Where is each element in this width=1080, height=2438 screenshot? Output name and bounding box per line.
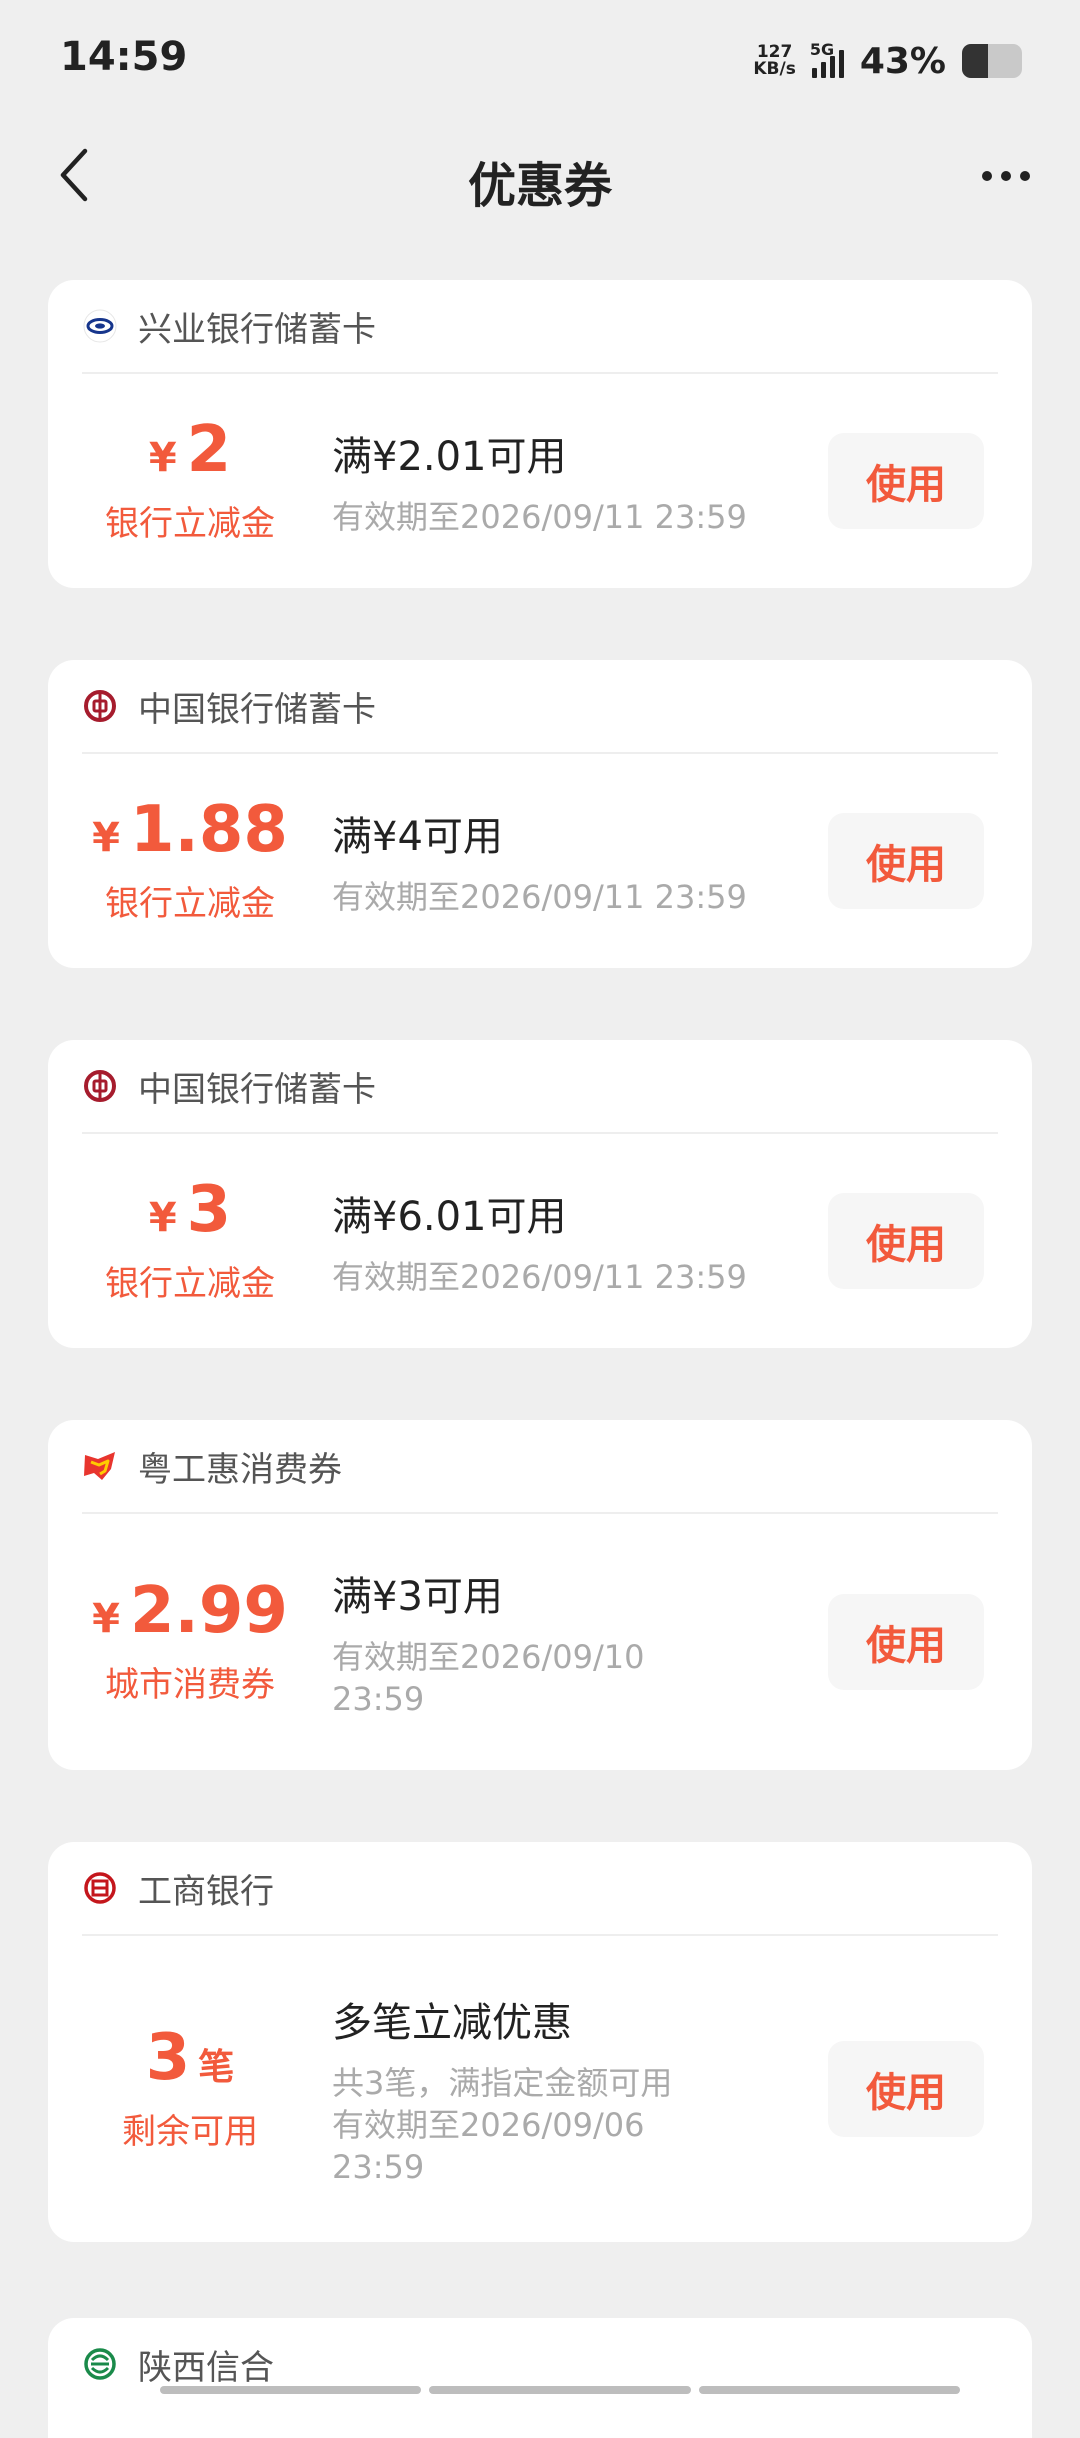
status-bar: 14:59 127 KB/s 5G 43% [0, 0, 1080, 120]
coupon-condition: 满¥4可用 [332, 814, 503, 860]
card-header: 兴业银行储蓄卡 [82, 280, 998, 374]
coupon-info: 满¥3可用 有效期至2026/09/10 23:59 [332, 1564, 722, 1720]
signal-bar [820, 62, 826, 78]
card-header: 工商银行 [82, 1842, 998, 1936]
coupon-type-label: 银行立减金 [105, 503, 275, 544]
use-button[interactable]: 使用 [828, 433, 984, 529]
bank-name: 陕西信合 [138, 2347, 274, 2388]
bank-name: 中国银行储蓄卡 [138, 689, 376, 730]
coupon-card-partial: 陕西信合 [48, 2318, 1032, 2438]
network-speed-unit: KB/s [753, 59, 796, 79]
card-body: ¥ 1.88 银行立减金 满¥4可用 有效期至2026/09/11 23:59 … [48, 754, 1032, 968]
yuegonghui-logo-icon [82, 1448, 118, 1484]
amount-value: 3 [186, 1172, 232, 1247]
card-header: 陕西信合 [82, 2318, 998, 2410]
boc-logo-icon [82, 688, 118, 724]
battery-icon [962, 44, 1022, 78]
coupon-info: 满¥4可用 有效期至2026/09/11 23:59 [332, 804, 792, 918]
network-speed: 127 KB/s [753, 44, 795, 78]
currency-symbol: ¥ [92, 814, 120, 861]
network-type: 5G [809, 40, 835, 59]
signal-bar [829, 56, 835, 78]
currency-symbol: ¥ [148, 434, 177, 481]
coupon-card: 中国银行储蓄卡 ¥ 3 银行立减金 满¥6.01可用 有效期至2026/09/1… [48, 1040, 1032, 1348]
card-body: ¥ 2 银行立减金 满¥2.01可用 有效期至2026/09/11 23:59 … [48, 374, 1032, 588]
more-horizontal-icon [1001, 171, 1011, 181]
coupon-amount: 3 笔 剩余可用 [48, 2026, 332, 2153]
amount-value: 3 [145, 2020, 191, 2095]
signal-bar [811, 68, 817, 78]
coupon-type-label: 银行立减金 [105, 1263, 275, 1304]
battery-percent: 43% [859, 40, 946, 82]
amount-value: 2 [186, 412, 232, 487]
card-header: 中国银行储蓄卡 [82, 660, 998, 754]
more-horizontal-icon [982, 171, 992, 181]
coupon-amount: ¥ 2 银行立减金 [48, 418, 332, 545]
use-button[interactable]: 使用 [828, 1193, 984, 1289]
shaanxi-xinhe-logo-icon [82, 2346, 118, 2382]
coupon-detail: 共3笔，满指定金额可用 [332, 2064, 673, 2102]
coupon-card: 中国银行储蓄卡 ¥ 1.88 银行立减金 满¥4可用 有效期至2026/09/1… [48, 660, 1032, 968]
coupon-type-label: 城市消费券 [105, 1664, 275, 1705]
card-header: 中国银行储蓄卡 [82, 1040, 998, 1134]
coupon-validity: 有效期至2026/09/11 23:59 [332, 498, 747, 536]
amount-value: 2.99 [129, 1573, 288, 1648]
coupon-validity: 有效期至2026/09/06 23:59 [332, 2106, 645, 2186]
coupon-validity: 有效期至2026/09/11 23:59 [332, 1258, 747, 1296]
cib-logo-icon [82, 308, 118, 344]
gesture-bar[interactable] [160, 2386, 960, 2394]
amount-unit: 笔 [198, 2046, 235, 2088]
bank-name: 粤工惠消费券 [138, 1449, 342, 1490]
coupon-type-label: 银行立减金 [105, 883, 275, 924]
gesture-bar-segment [160, 2386, 422, 2394]
signal-icon: 5G [810, 40, 844, 78]
gesture-bar-segment [698, 2386, 960, 2394]
use-button[interactable]: 使用 [828, 2041, 984, 2137]
coupon-info: 满¥2.01可用 有效期至2026/09/11 23:59 [332, 424, 792, 538]
coupon-condition: 满¥3可用 [332, 1574, 503, 1620]
nav-bar: 优惠券 [0, 120, 1080, 240]
card-body: 3 笔 剩余可用 多笔立减优惠 共3笔，满指定金额可用 有效期至2026/09/… [48, 1936, 1032, 2242]
coupon-amount: ¥ 2.99 城市消费券 [48, 1579, 332, 1706]
more-horizontal-icon [1020, 171, 1030, 181]
coupon-amount: ¥ 1.88 银行立减金 [48, 798, 332, 925]
battery-level [962, 44, 988, 78]
card-header: 粤工惠消费券 [82, 1420, 998, 1514]
coupon-condition: 多笔立减优惠 [332, 2000, 572, 2046]
coupon-card: 粤工惠消费券 ¥ 2.99 城市消费券 满¥3可用 有效期至2026/09/10… [48, 1420, 1032, 1770]
coupon-info: 多笔立减优惠 共3笔，满指定金额可用 有效期至2026/09/06 23:59 [332, 1990, 722, 2188]
bank-name: 中国银行储蓄卡 [138, 1069, 376, 1110]
signal-bar [838, 50, 844, 78]
coupon-condition: 满¥2.01可用 [332, 434, 567, 480]
status-time: 14:59 [60, 34, 188, 80]
coupon-list: 兴业银行储蓄卡 ¥ 2 银行立减金 满¥2.01可用 有效期至2026/09/1… [48, 280, 1032, 2314]
coupon-card: 工商银行 3 笔 剩余可用 多笔立减优惠 共3笔，满指定金额可用 有效期至202… [48, 1842, 1032, 2242]
amount-value: 1.88 [129, 792, 288, 867]
page-title: 优惠券 [467, 158, 612, 214]
bank-name: 兴业银行储蓄卡 [138, 309, 376, 350]
card-body: ¥ 2.99 城市消费券 满¥3可用 有效期至2026/09/10 23:59 … [48, 1514, 1032, 1770]
boc-logo-icon [82, 1068, 118, 1104]
status-indicators: 127 KB/s 5G 43% [753, 38, 1022, 84]
coupon-info: 满¥6.01可用 有效期至2026/09/11 23:59 [332, 1184, 792, 1298]
coupon-validity: 有效期至2026/09/11 23:59 [332, 878, 747, 916]
use-button[interactable]: 使用 [828, 813, 984, 909]
gesture-bar-segment [429, 2386, 691, 2394]
more-button[interactable] [966, 146, 1046, 206]
coupon-type-label: 剩余可用 [122, 2111, 258, 2152]
coupon-condition: 满¥6.01可用 [332, 1194, 567, 1240]
currency-symbol: ¥ [92, 1595, 120, 1642]
use-button[interactable]: 使用 [828, 1594, 984, 1690]
bank-name: 工商银行 [138, 1871, 274, 1912]
currency-symbol: ¥ [148, 1194, 177, 1241]
icbc-logo-icon [82, 1870, 118, 1906]
coupon-card: 兴业银行储蓄卡 ¥ 2 银行立减金 满¥2.01可用 有效期至2026/09/1… [48, 280, 1032, 588]
coupon-amount: ¥ 3 银行立减金 [48, 1178, 332, 1305]
coupon-validity: 有效期至2026/09/10 23:59 [332, 1638, 645, 1718]
card-body: ¥ 3 银行立减金 满¥6.01可用 有效期至2026/09/11 23:59 … [48, 1134, 1032, 1348]
